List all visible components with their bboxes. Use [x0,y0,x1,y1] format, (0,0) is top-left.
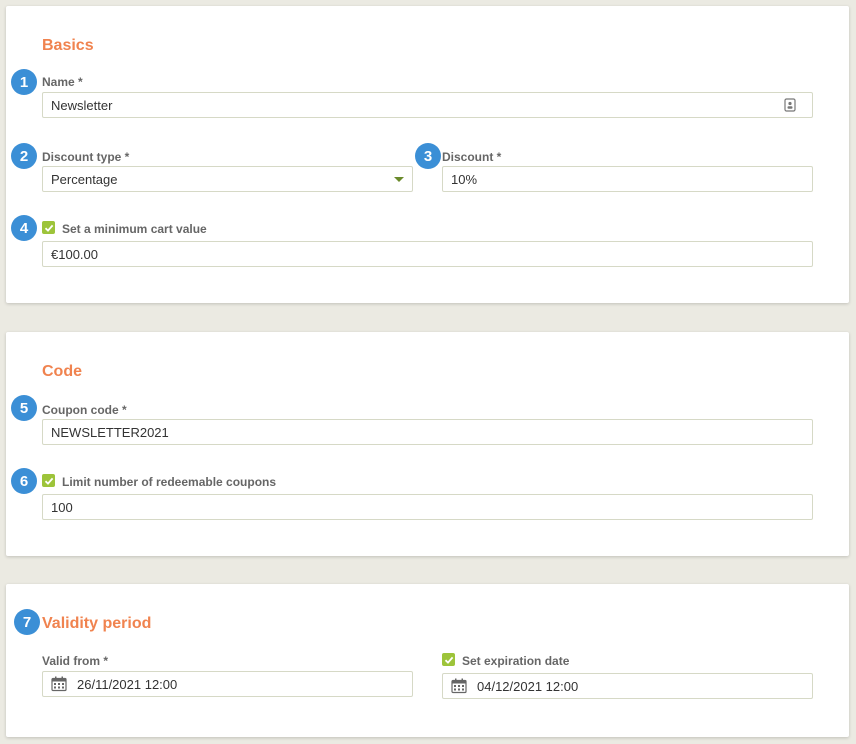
validity-title: Validity period [42,615,152,632]
name-input[interactable]: Newsletter [42,92,813,118]
contact-card-icon[interactable] [784,98,796,112]
coupon-code-input[interactable]: NEWSLETTER2021 [42,419,813,445]
coupon-code-value: NEWSLETTER2021 [51,424,169,440]
validity-card: 7 Validity period Valid from * 26/11/202… [6,584,849,737]
discount-input[interactable]: 10% [442,166,813,192]
valid-from-label: Valid from * [42,654,109,668]
chevron-down-icon [394,177,404,182]
discount-label: Discount * [442,150,502,164]
code-card: Code 5 Coupon code * NEWSLETTER2021 6 Li… [6,332,849,556]
basics-card: Basics 1 Name * Newsletter 2 Discount ty… [6,6,849,303]
step-badge-3: 3 [415,143,441,169]
calendar-icon[interactable] [451,678,467,694]
code-title: Code [42,363,82,380]
step-badge-7: 7 [14,609,40,635]
step-badge-6: 6 [11,468,37,494]
checkmark-icon [44,224,53,232]
step-badge-5: 5 [11,395,37,421]
expiration-label[interactable]: Set expiration date [462,654,569,668]
min-cart-checkbox[interactable] [42,221,55,234]
expiration-checkbox[interactable] [442,653,455,666]
min-cart-label[interactable]: Set a minimum cart value [62,222,207,236]
name-input-value: Newsletter [51,97,113,113]
discount-input-value: 10% [451,171,478,187]
expiration-input[interactable]: 04/12/2021 12:00 [442,673,813,699]
min-cart-input-value: €100.00 [51,246,98,262]
checkmark-icon [44,477,53,485]
name-label: Name * [42,75,83,89]
discount-type-label: Discount type * [42,150,130,164]
min-cart-input[interactable]: €100.00 [42,241,813,267]
step-badge-1: 1 [11,69,37,95]
expiration-value: 04/12/2021 12:00 [477,678,579,694]
discount-type-value: Percentage [51,171,118,187]
basics-title: Basics [42,37,94,54]
valid-from-value: 26/11/2021 12:00 [77,676,178,692]
step-badge-4: 4 [11,215,37,241]
step-badge-2: 2 [11,143,37,169]
calendar-icon[interactable] [51,676,67,692]
limit-coupons-value: 100 [51,499,73,515]
coupon-code-label: Coupon code * [42,403,127,417]
discount-type-select[interactable]: Percentage [42,166,413,192]
checkmark-icon [444,656,453,664]
limit-coupons-label[interactable]: Limit number of redeemable coupons [62,475,276,489]
valid-from-input[interactable]: 26/11/2021 12:00 [42,671,413,697]
limit-coupons-checkbox[interactable] [42,474,55,487]
limit-coupons-input[interactable]: 100 [42,494,813,520]
